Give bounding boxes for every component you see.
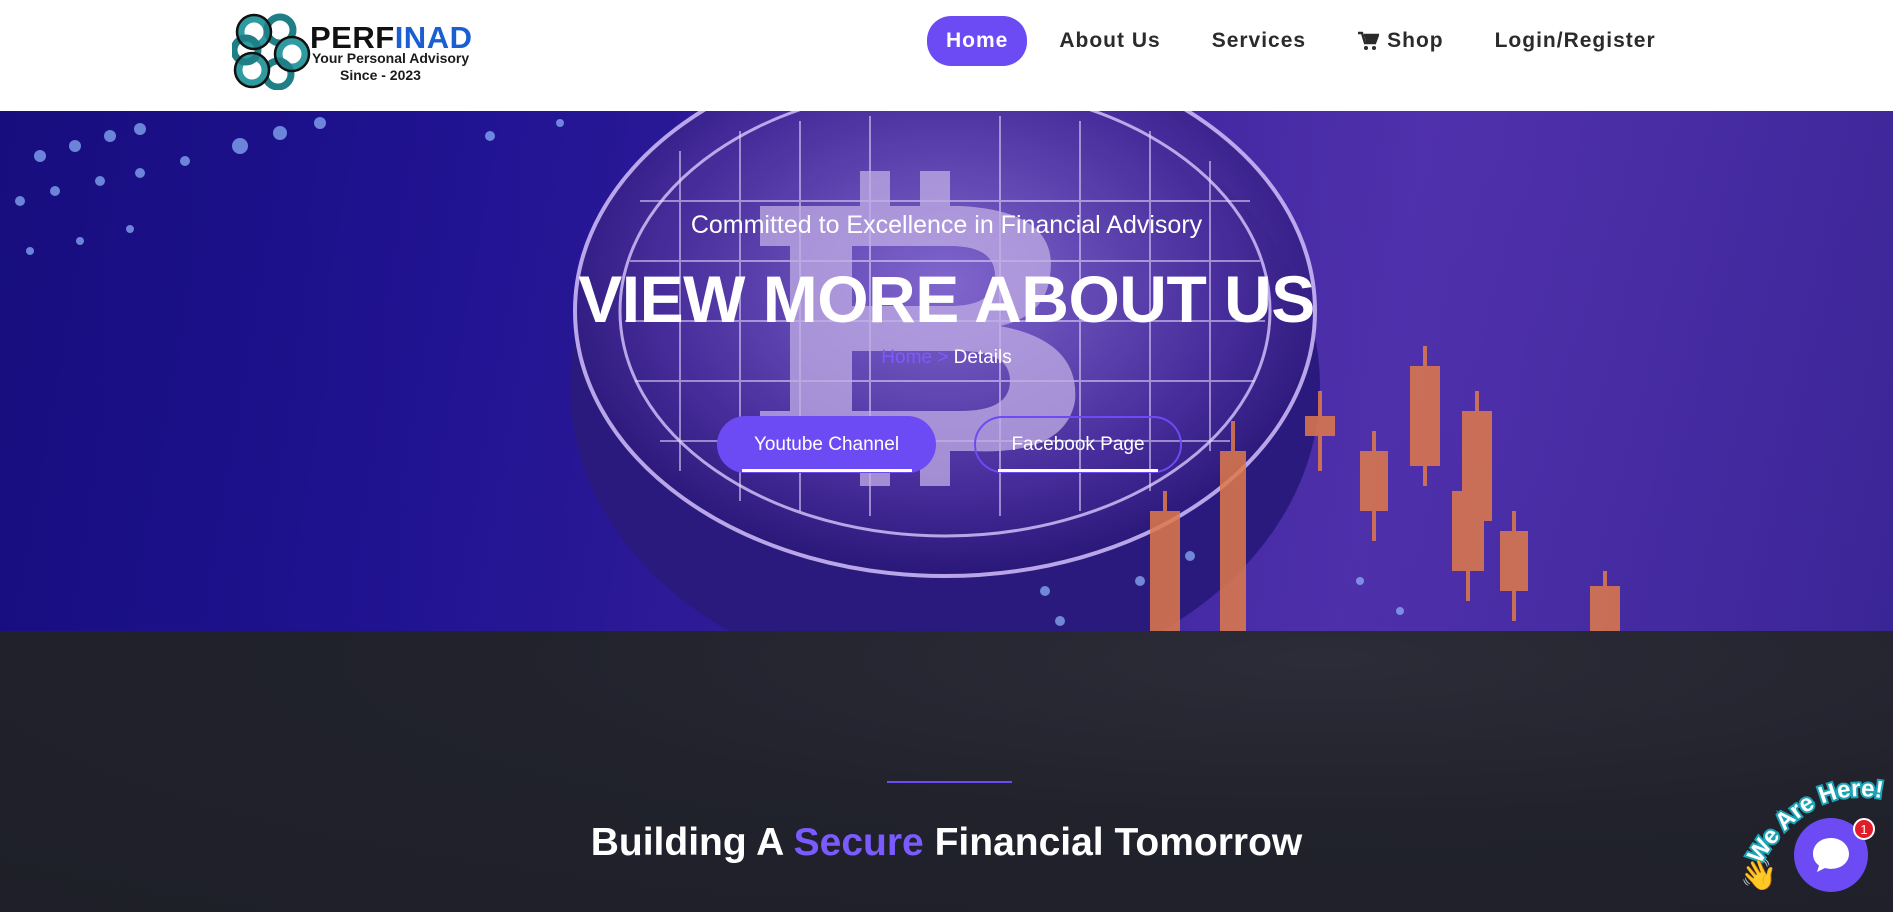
cart-icon xyxy=(1358,31,1380,50)
chat-notification-badge: 1 xyxy=(1853,818,1875,840)
breadcrumb: Home > Details xyxy=(0,347,1893,369)
nav-shop[interactable]: Shop xyxy=(1338,16,1463,66)
main-nav: Home About Us Services Shop Login/Regist… xyxy=(927,16,1688,66)
nav-home-label: Home xyxy=(946,29,1009,52)
nav-shop-label: Shop xyxy=(1387,29,1444,52)
facebook-page-button[interactable]: Facebook Page xyxy=(974,416,1182,473)
section-title-part1: Building A xyxy=(590,821,783,864)
nav-about-us[interactable]: About Us xyxy=(1040,16,1179,66)
nav-login-register-label: Login/Register xyxy=(1494,29,1656,52)
breadcrumb-separator: > xyxy=(937,347,949,368)
hero-subtitle: Committed to Excellence in Financial Adv… xyxy=(690,211,1203,239)
waving-hand-icon: 👋 xyxy=(1740,859,1778,892)
youtube-channel-button[interactable]: Youtube Channel xyxy=(717,416,936,473)
nav-login-register[interactable]: Login/Register xyxy=(1476,16,1675,66)
section-divider xyxy=(887,781,1012,783)
about-section: Building A Secure Financial Tomorrow xyxy=(0,631,1893,912)
logo-since: Since - 2023 xyxy=(340,67,421,83)
section-title-accent: Secure xyxy=(793,821,924,864)
youtube-button-underline xyxy=(742,469,912,472)
breadcrumb-current: Details xyxy=(953,347,1012,368)
site-header: PERFINAD Your Personal Advisory Since - … xyxy=(0,0,1893,111)
facebook-button-underline xyxy=(998,469,1158,472)
logo-brand: PERFINAD xyxy=(310,22,472,53)
hero-title: VIEW MORE ABOUT US xyxy=(578,262,1315,336)
nav-services[interactable]: Services xyxy=(1193,16,1325,66)
section-title: Building A Secure Financial Tomorrow xyxy=(0,821,1893,865)
hero-banner: Committed to Excellence in Financial Adv… xyxy=(0,111,1893,631)
logo-tagline: Your Personal Advisory xyxy=(312,50,470,66)
site-logo[interactable]: PERFINAD Your Personal Advisory Since - … xyxy=(232,10,472,92)
nav-services-label: Services xyxy=(1211,29,1307,52)
hero-bitcoin-background xyxy=(0,111,1893,631)
logo-knot-icon xyxy=(232,13,311,90)
chat-widget[interactable]: We Are Here! 👋 1 xyxy=(1740,770,1893,912)
section-title-part2: Financial Tomorrow xyxy=(934,821,1303,864)
breadcrumb-home-link[interactable]: Home xyxy=(881,347,932,368)
nav-home[interactable]: Home xyxy=(927,16,1028,66)
nav-about-us-label: About Us xyxy=(1059,29,1161,52)
